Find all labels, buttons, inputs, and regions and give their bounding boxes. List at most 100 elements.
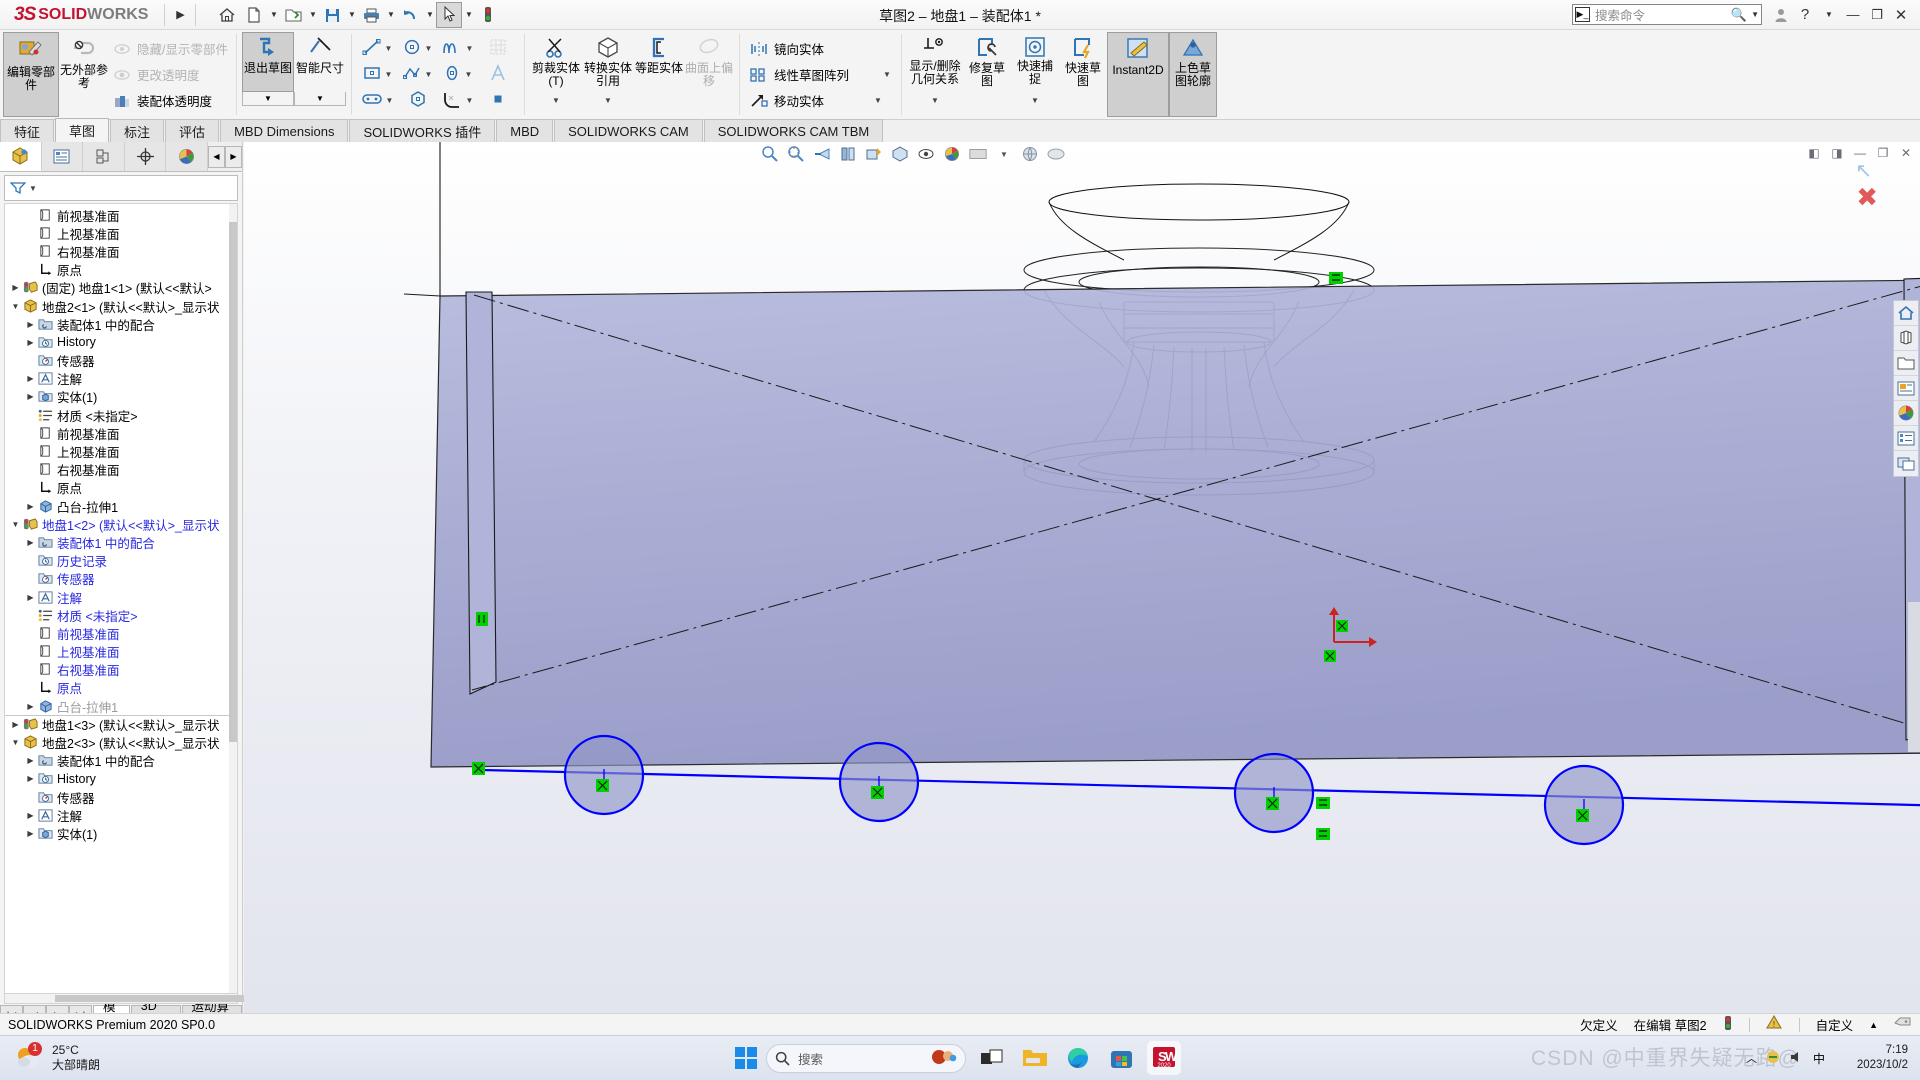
doc-restore-button[interactable]: ❐: [1873, 144, 1893, 162]
tree-node[interactable]: 历史记录: [5, 552, 237, 570]
apply-scene-icon[interactable]: [1020, 144, 1040, 164]
tray-network-icon[interactable]: [1765, 1050, 1781, 1067]
view-settings-more-icon[interactable]: [1046, 144, 1066, 164]
view-orientation-icon[interactable]: [1894, 326, 1918, 351]
slot-dropdown-icon[interactable]: ▼: [384, 96, 394, 105]
configuration-manager-tab[interactable]: [83, 142, 125, 171]
search-input[interactable]: 搜索命令: [1595, 5, 1727, 24]
convert-entities-button[interactable]: 转换实体引用: [582, 32, 634, 94]
help-icon[interactable]: ?: [1794, 3, 1816, 27]
filter-dropdown-icon[interactable]: ▼: [29, 184, 37, 193]
tree-node[interactable]: 上视基准面: [5, 643, 237, 661]
tab-features[interactable]: 特征: [0, 119, 54, 142]
open-folder-icon[interactable]: [1894, 351, 1918, 376]
relations-dropdown-icon[interactable]: ▼: [907, 94, 963, 107]
base-plate-solid[interactable]: [430, 254, 1920, 769]
view-settings-dropdown-icon[interactable]: ▼: [994, 144, 1014, 164]
tree-expander-icon[interactable]: ▶: [24, 320, 37, 329]
weather-widget[interactable]: 1 25°C 大部晴朗: [0, 1043, 100, 1073]
point-tool[interactable]: [478, 88, 518, 114]
tab-sketch[interactable]: 草图: [55, 118, 109, 142]
rebuild-status-icon[interactable]: [1723, 1015, 1733, 1034]
quick-snaps-dropdown-icon[interactable]: ▼: [1011, 94, 1059, 107]
zoom-to-fit-icon[interactable]: [760, 144, 780, 164]
tree-node[interactable]: 前视基准面: [5, 424, 237, 442]
tree-node[interactable]: 传感器: [5, 352, 237, 370]
tray-expand-icon[interactable]: ︿: [1746, 1050, 1757, 1066]
tree-node[interactable]: 上视基准面: [5, 442, 237, 460]
custom-properties-icon[interactable]: [1894, 451, 1918, 476]
exit-sketch-dropdown-icon[interactable]: ▼: [242, 92, 294, 106]
assembly-transparency-button[interactable]: 装配体透明度: [109, 88, 231, 114]
circle-dropdown-icon[interactable]: ▼: [423, 44, 433, 53]
search-mode-icon[interactable]: ▶_: [1575, 7, 1590, 22]
polyline-dropdown-icon[interactable]: ▼: [423, 70, 433, 79]
print-icon[interactable]: [358, 2, 384, 28]
overdefined-warning-icon[interactable]: !: [1766, 1015, 1783, 1034]
tree-scroll-thumb[interactable]: [229, 222, 237, 742]
new-document-icon[interactable]: [241, 2, 267, 28]
rebuild-icon[interactable]: [475, 2, 501, 28]
search-icon[interactable]: 🔍: [1731, 7, 1747, 23]
tab-evaluate[interactable]: 评估: [165, 119, 219, 142]
open-folder-icon[interactable]: [280, 2, 306, 28]
microsoft-store-icon[interactable]: [1104, 1041, 1138, 1075]
property-manager-tab[interactable]: [42, 142, 84, 171]
move-entities-button[interactable]: 移动实体 ▼: [746, 88, 895, 114]
dimxpert-tab[interactable]: [125, 142, 167, 171]
linear-sketch-pattern-button[interactable]: 线性草图阵列 ▼: [746, 62, 895, 88]
tree-node[interactable]: ▶History: [5, 333, 237, 351]
no-external-reference-button[interactable]: 无外部参考: [59, 32, 109, 117]
tree-expander-icon[interactable]: ▶: [24, 702, 37, 711]
taskbar-search-box[interactable]: 搜索: [766, 1044, 966, 1073]
file-explorer-icon[interactable]: [1018, 1041, 1052, 1075]
exit-sketch-button[interactable]: 退出草图: [242, 32, 294, 92]
tree-node[interactable]: 右视基准面: [5, 461, 237, 479]
tree-node[interactable]: ▶(固定) 地盘1<1> (默认<<默认>: [5, 279, 237, 297]
home-icon[interactable]: [214, 2, 240, 28]
edge-browser-icon[interactable]: [1061, 1041, 1095, 1075]
circle-tool[interactable]: ▼: [398, 36, 438, 62]
view-home-icon[interactable]: [1894, 301, 1918, 326]
line-tool[interactable]: ▼: [358, 36, 398, 62]
model-sketch-canvas[interactable]: 60.00 Y X: [244, 142, 1920, 1025]
shaded-sketch-contours-button[interactable]: 上色草图轮廓: [1169, 32, 1217, 117]
tree-expander-icon[interactable]: ▶: [9, 283, 22, 292]
doc-minimize-button[interactable]: —: [1850, 144, 1870, 162]
line-dropdown-icon[interactable]: ▼: [383, 44, 393, 53]
fillet-dropdown-icon[interactable]: ▼: [464, 96, 474, 105]
customize-label[interactable]: 自定义: [1816, 1015, 1854, 1034]
tree-expander-icon[interactable]: ▶: [24, 756, 37, 765]
manager-tab-prev-icon[interactable]: ◀: [208, 146, 225, 168]
tree-filter-box[interactable]: ▼: [4, 175, 238, 201]
tree-expander-icon[interactable]: ▶: [24, 338, 37, 347]
search-command-box[interactable]: ▶_ 搜索命令 🔍 ▼: [1572, 4, 1762, 25]
text-tool[interactable]: [478, 62, 518, 88]
tree-node[interactable]: ▶History: [5, 770, 237, 788]
save-dropdown-icon[interactable]: ▼: [346, 2, 357, 28]
task-view-icon[interactable]: [975, 1041, 1009, 1075]
tab-solidworks-cam-tbm[interactable]: SOLIDWORKS CAM TBM: [704, 119, 883, 142]
tree-node[interactable]: 原点: [5, 261, 237, 279]
display-manager-tab[interactable]: [166, 142, 208, 171]
customize-caret-icon[interactable]: ▲: [1869, 1020, 1878, 1030]
view-settings-icon[interactable]: [968, 144, 988, 164]
tree-vertical-scrollbar[interactable]: [229, 204, 237, 993]
tab-mbd[interactable]: MBD: [496, 119, 553, 142]
tree-node[interactable]: ▶装配体1 中的配合: [5, 533, 237, 551]
graphics-viewport[interactable]: ◧ ◨ — ❐ ✕ ▼: [244, 142, 1920, 1025]
convert-entities-dropdown-icon[interactable]: ▼: [582, 94, 634, 107]
linear-pattern-dropdown-icon[interactable]: ▼: [882, 70, 892, 79]
tree-node[interactable]: 前视基准面: [5, 206, 237, 224]
slot-tool[interactable]: ▼: [358, 88, 398, 114]
tree-expander-icon[interactable]: ▼: [9, 302, 22, 311]
tree-node[interactable]: 前视基准面: [5, 624, 237, 642]
cancel-sketch-icon[interactable]: ✖: [1856, 182, 1878, 213]
display-style-icon[interactable]: [890, 144, 910, 164]
smart-dimension-dropdown-icon[interactable]: ▼: [294, 92, 346, 106]
move-entities-dropdown-icon[interactable]: ▼: [873, 96, 883, 105]
feature-tree[interactable]: 前视基准面上视基准面右视基准面原点▶(固定) 地盘1<1> (默认<<默认>▼地…: [4, 203, 238, 994]
tree-expander-icon[interactable]: ▶: [24, 774, 37, 783]
tab-solidworks-cam[interactable]: SOLIDWORKS CAM: [554, 119, 703, 142]
fillet-tool[interactable]: ▼: [438, 88, 478, 114]
